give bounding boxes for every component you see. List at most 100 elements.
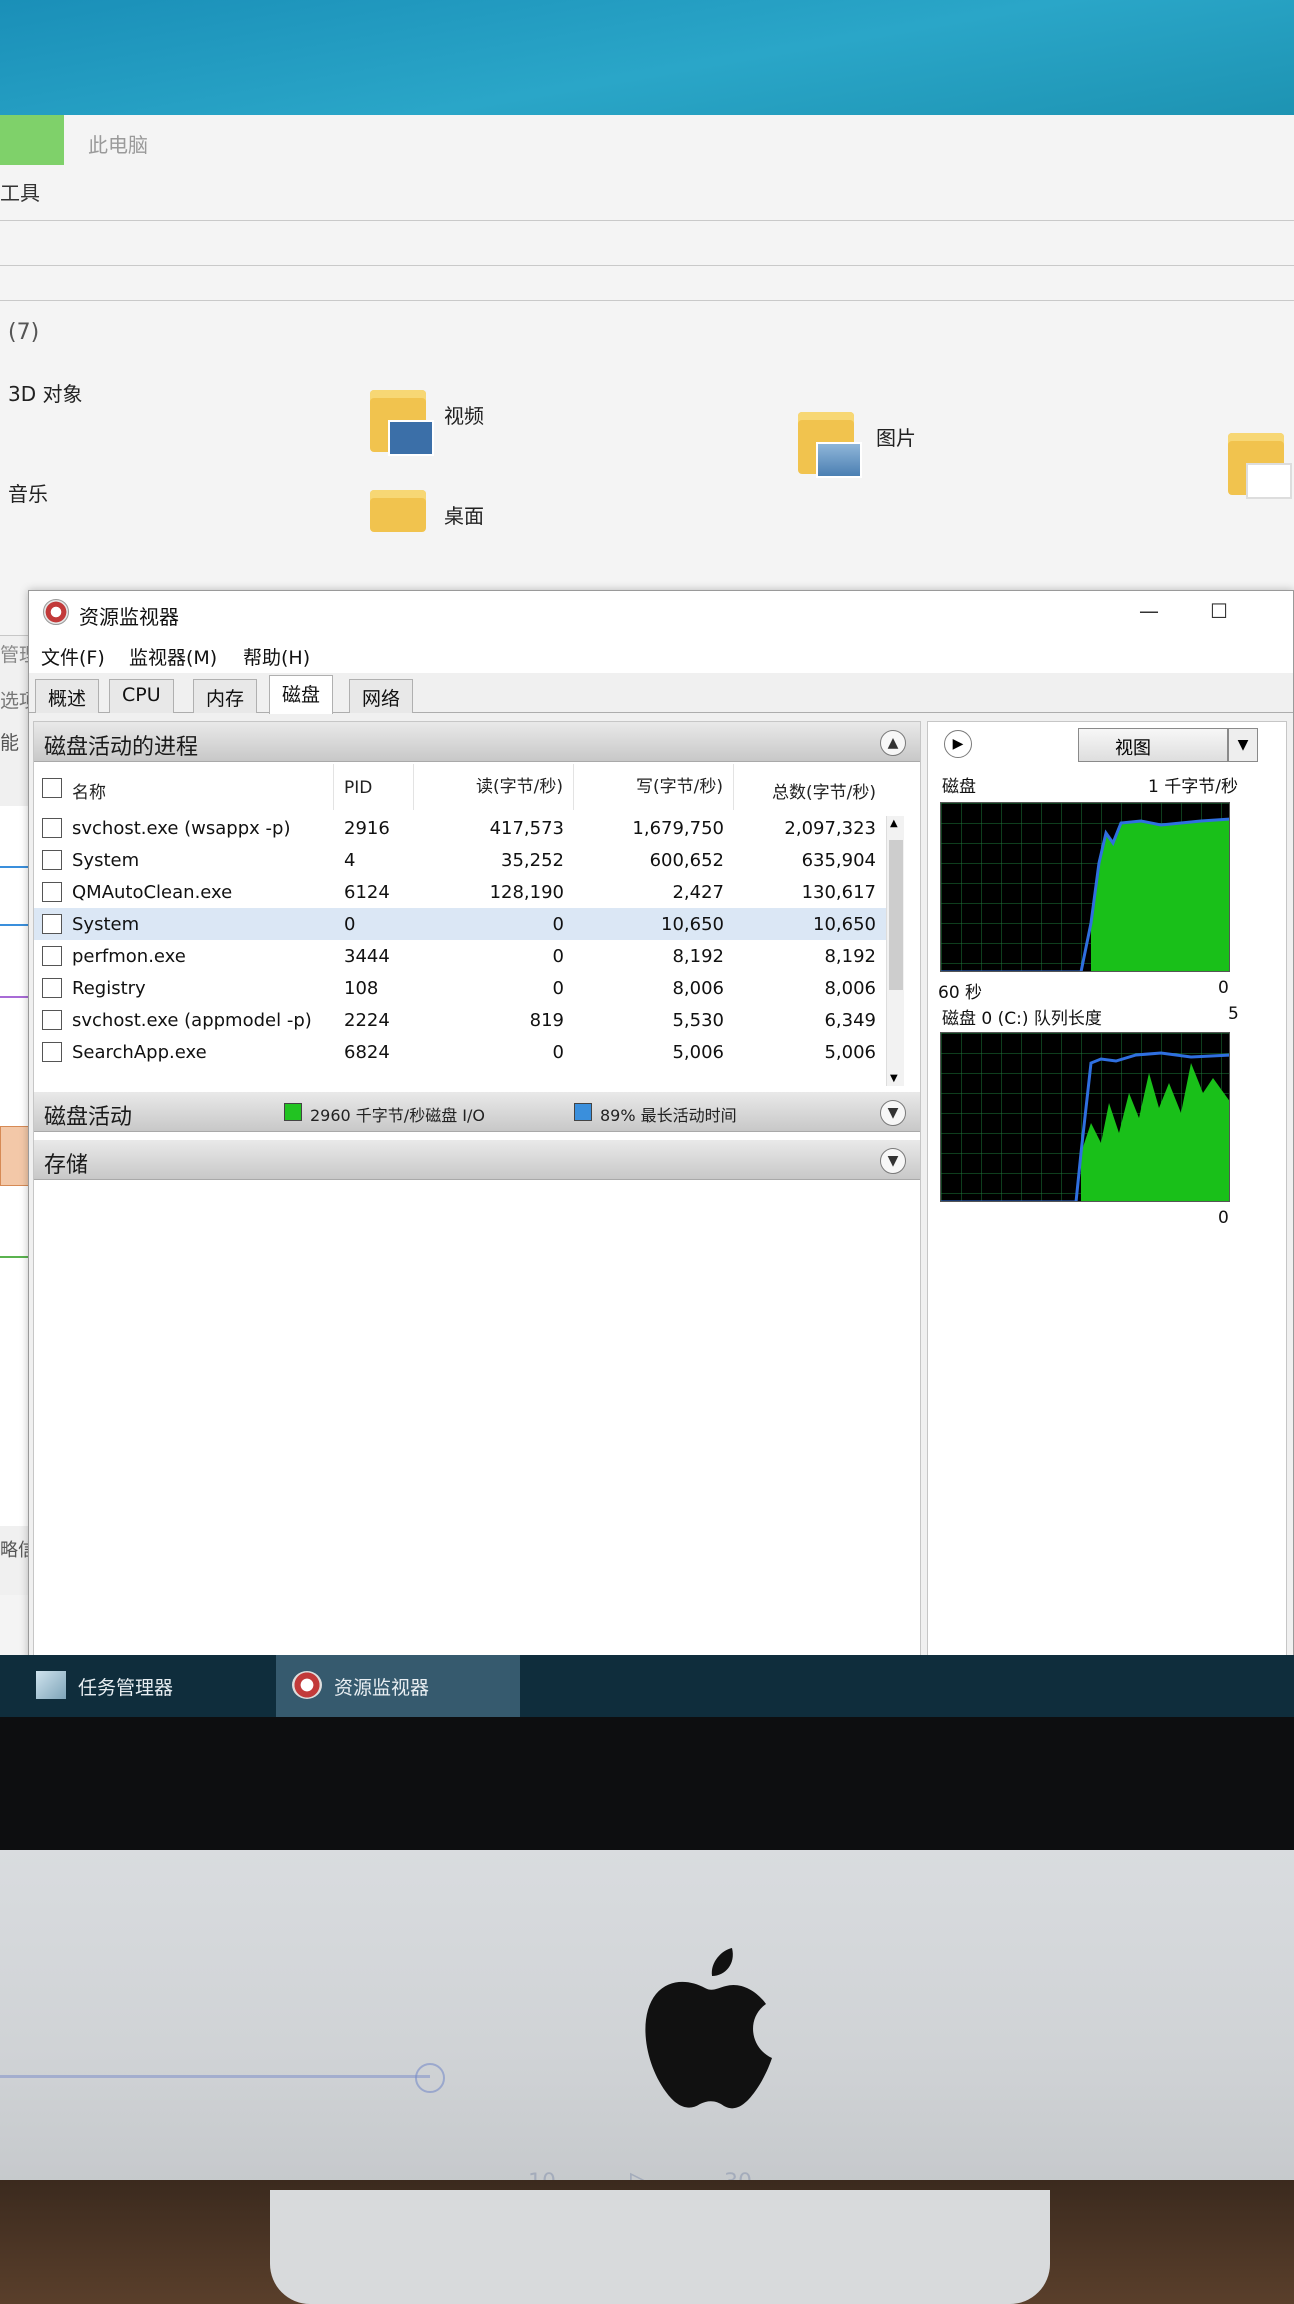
folder-desktop-label[interactable]: 桌面 [444,500,484,529]
menu-file[interactable]: 文件(F) [41,643,105,670]
table-row[interactable]: perfmon.exe 3444 0 8,192 8,192 [34,940,904,972]
process-pid: 0 [344,914,356,935]
column-name-label: 名称 [72,783,106,803]
apple-logo-icon [645,1948,772,2109]
task-manager-performance-tab[interactable]: 能 [0,728,19,755]
process-read: 0 [552,978,564,999]
select-all-checkbox[interactable] [42,778,62,798]
active-time-legend-swatch [574,1103,592,1121]
table-row[interactable]: Registry 108 0 8,006 8,006 [34,972,904,1004]
process-pid: 2916 [344,818,390,839]
tab-cpu[interactable]: CPU [109,679,174,713]
disk-activity-section-header[interactable]: 磁盘活动 2960 千字节/秒磁盘 I/O 89% 最长活动时间 ▼ [34,1092,920,1132]
table-row[interactable]: SearchApp.exe 6824 0 5,006 5,006 [34,1036,904,1068]
mini-graph[interactable] [0,866,30,926]
table-row[interactable]: svchost.exe (appmodel -p) 2224 819 5,530 6,3… [34,1004,904,1036]
mini-graph[interactable] [0,1126,30,1186]
disk-graph-scale: 1 千字节/秒 [1148,777,1238,797]
disk-graph-title: 磁盘 [942,777,976,797]
expand-down-icon[interactable]: ▼ [880,1100,906,1126]
collapse-pane-icon[interactable]: ▶ [944,730,972,758]
video-folder-icon[interactable] [370,390,434,456]
folder-3d-objects-label[interactable]: 3D 对象 [8,378,82,407]
taskbar-item-task-manager[interactable]: 任务管理器 [20,1655,270,1717]
process-write: 5,006 [672,1042,724,1063]
column-header-write[interactable]: 写(字节/秒) [574,764,734,810]
process-name: perfmon.exe [72,946,186,967]
row-checkbox[interactable] [42,978,62,998]
menu-help[interactable]: 帮助(H) [243,643,310,670]
process-total: 2,097,323 [784,818,876,839]
processes-section-header[interactable]: 磁盘活动的进程 ▲ [34,722,920,762]
minimize-button[interactable]: — [1129,599,1169,627]
folder-videos-label[interactable]: 视频 [444,400,484,429]
process-pid: 4 [344,850,356,871]
explorer-ribbon-tab[interactable] [0,115,64,165]
column-pid-label: PID [344,778,373,798]
process-write: 600,652 [649,850,724,871]
view-dropdown-chevron-down-icon[interactable]: ▼ [1228,728,1258,762]
process-name: SearchApp.exe [72,1042,207,1063]
row-checkbox[interactable] [42,818,62,838]
tab-disk[interactable]: 磁盘 [269,675,334,714]
process-name: QMAutoClean.exe [72,882,233,903]
column-header-name[interactable]: 名称 [34,764,334,810]
process-total: 6,349 [824,1010,876,1031]
divider [0,300,1294,301]
folder-music-label[interactable]: 音乐 [8,478,48,507]
mini-graph[interactable] [0,996,30,1056]
scroll-down-icon[interactable]: ▼ [890,1073,898,1084]
process-pid: 3444 [344,946,390,967]
row-checkbox[interactable] [42,882,62,902]
process-read: 35,252 [501,850,564,871]
process-name: svchost.exe (wsappx -p) [72,818,291,839]
process-name: System [72,914,140,935]
tab-network[interactable]: 网络 [349,679,414,713]
queue-length-graph [940,1032,1230,1202]
menu-monitor[interactable]: 监视器(M) [129,643,217,670]
column-header-pid[interactable]: PID [334,764,414,810]
explorer-tools-label[interactable]: 工具 [0,177,40,206]
scroll-up-icon[interactable]: ▲ [890,818,898,829]
table-row[interactable]: System 4 35,252 600,652 635,904 [34,844,904,876]
menu-bar: 文件(F) 监视器(M) 帮助(H) [29,635,1293,673]
desktop-folder-icon[interactable] [370,490,426,532]
storage-section-header[interactable]: 存储 ▼ [34,1140,920,1180]
process-total: 8,006 [824,978,876,999]
maximize-button[interactable]: ☐ [1199,599,1239,627]
scroll-thumb[interactable] [889,840,903,990]
documents-folder-icon[interactable] [1228,433,1292,499]
pictures-folder-icon[interactable] [798,412,862,478]
minimize-icon: — [1139,599,1159,623]
process-read: 128,190 [489,882,564,903]
view-button[interactable]: 视图 [1078,728,1228,762]
table-row[interactable]: QMAutoClean.exe 6124 128,190 2,427 130,617 [34,876,904,908]
queue-graph-title: 磁盘 0 (C:) 队列长度 [942,1009,1102,1029]
table-row[interactable]: svchost.exe (wsappx -p) 2916 417,573 1,679,… [34,812,904,844]
tab-overview[interactable]: 概述 [35,679,100,713]
video-progress-bar[interactable] [0,2075,430,2078]
column-header-read[interactable]: 读(字节/秒) [414,764,574,810]
row-checkbox[interactable] [42,914,62,934]
taskbar-item-resource-monitor[interactable]: 资源监视器 [276,1655,520,1717]
folder-pictures-label[interactable]: 图片 [876,422,916,451]
video-progress-handle[interactable] [415,2063,445,2093]
row-checkbox[interactable] [42,1042,62,1062]
row-checkbox[interactable] [42,1010,62,1030]
expand-down-icon[interactable]: ▼ [880,1148,906,1174]
tab-memory[interactable]: 内存 [193,679,258,713]
task-manager-graph-strip [0,806,30,1526]
process-total: 130,617 [801,882,876,903]
explorer-breadcrumb[interactable]: 此电脑 [88,129,148,158]
row-checkbox[interactable] [42,946,62,966]
process-table-scrollbar[interactable]: ▲ ▼ [886,816,904,1086]
mini-graph[interactable] [0,1256,30,1316]
column-header-total[interactable]: 总数(字节/秒) [734,764,884,810]
process-pid: 108 [344,978,379,999]
process-write: 8,006 [672,978,724,999]
collapse-up-icon[interactable]: ▲ [880,730,906,756]
process-read: 0 [552,914,564,935]
table-row[interactable]: System 0 0 10,650 10,650 [34,908,904,940]
processes-section-title: 磁盘活动的进程 [44,735,199,760]
row-checkbox[interactable] [42,850,62,870]
